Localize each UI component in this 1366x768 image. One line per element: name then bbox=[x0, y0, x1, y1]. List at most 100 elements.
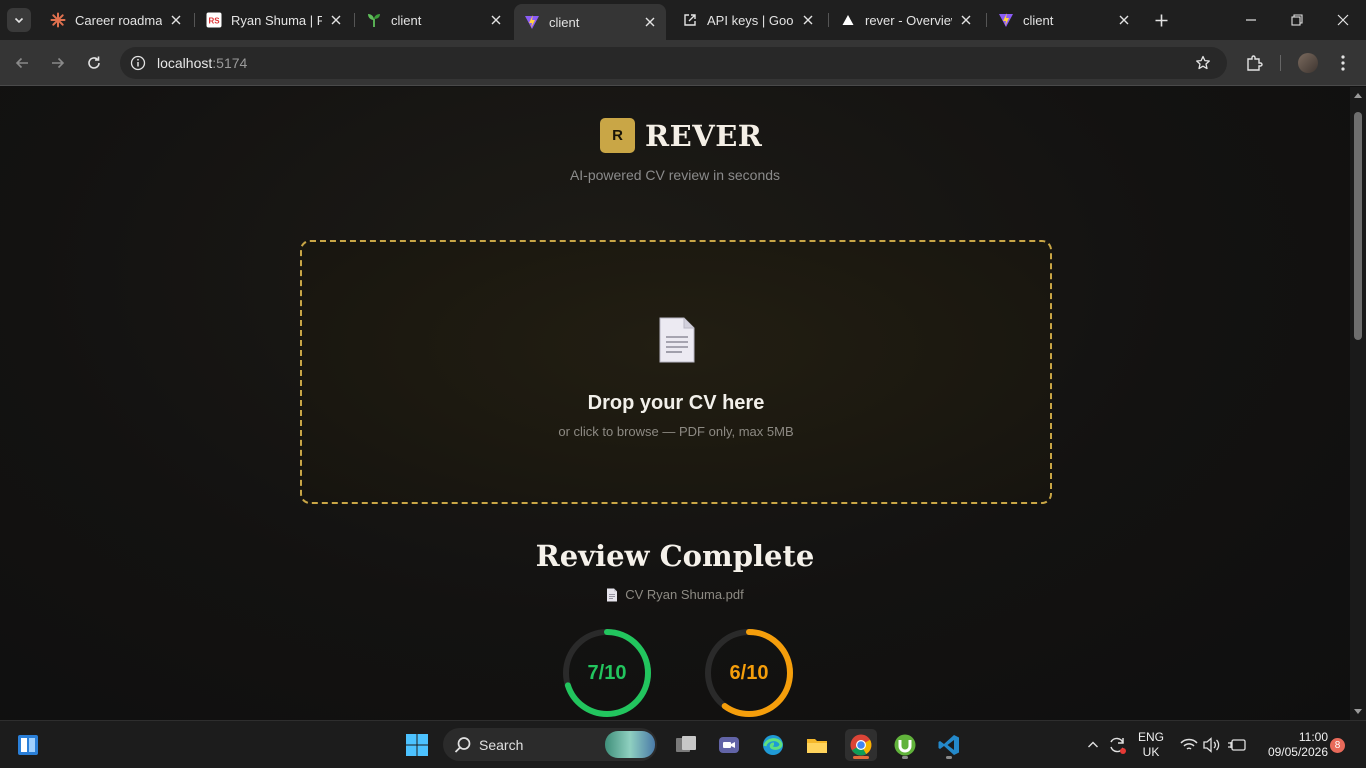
chrome-icon bbox=[850, 734, 872, 756]
video-call-icon bbox=[719, 737, 739, 753]
site-info-icon[interactable] bbox=[128, 53, 148, 73]
restore-button[interactable] bbox=[1285, 8, 1309, 32]
url-host: localhost bbox=[157, 55, 213, 71]
scroll-down-arrow-icon[interactable] bbox=[1353, 707, 1363, 717]
score-label: 6/10 bbox=[729, 661, 769, 684]
vite-bolt-icon bbox=[524, 14, 540, 30]
tab-search-button[interactable] bbox=[7, 8, 31, 32]
puzzle-icon bbox=[1247, 55, 1263, 71]
close-icon[interactable] bbox=[958, 12, 974, 28]
task-view-button[interactable] bbox=[670, 729, 702, 761]
widgets-button[interactable] bbox=[12, 729, 44, 761]
arrow-left-icon bbox=[15, 57, 28, 69]
windows-logo-icon bbox=[406, 734, 428, 756]
vscode-button[interactable] bbox=[933, 729, 965, 761]
app-logo: R bbox=[600, 118, 635, 153]
forward-button[interactable] bbox=[46, 51, 70, 75]
profile-avatar[interactable] bbox=[1298, 53, 1318, 73]
cv-dropzone[interactable]: Drop your CV here or click to browse — P… bbox=[300, 240, 1052, 504]
browser-menu-button[interactable] bbox=[1331, 51, 1355, 75]
bookmark-star-icon[interactable] bbox=[1193, 53, 1213, 73]
url-port: :5174 bbox=[212, 55, 248, 71]
scroll-up-arrow-icon[interactable] bbox=[1353, 90, 1363, 100]
file-explorer-button[interactable] bbox=[801, 729, 833, 761]
clock-date: 09/05/2026 bbox=[1267, 745, 1328, 759]
tab-separator bbox=[354, 13, 355, 27]
close-icon bbox=[1337, 14, 1349, 26]
external-link-icon bbox=[682, 12, 698, 28]
close-icon[interactable] bbox=[1116, 12, 1132, 28]
app-brand: R REVER bbox=[600, 118, 762, 153]
toolbar-divider bbox=[1280, 55, 1281, 71]
tray-overflow-button[interactable] bbox=[1083, 729, 1103, 761]
volume-button[interactable] bbox=[1201, 729, 1223, 761]
reload-button[interactable] bbox=[82, 51, 106, 75]
tab-title: Ryan Shuma | Fu bbox=[231, 12, 322, 28]
edge-button[interactable] bbox=[757, 729, 789, 761]
tab-career-roadmap[interactable]: Career roadmap bbox=[40, 4, 192, 36]
new-tab-button[interactable] bbox=[1150, 9, 1172, 31]
close-icon[interactable] bbox=[642, 14, 658, 30]
vercel-triangle-icon bbox=[840, 12, 856, 28]
tab-rever-overview[interactable]: rever - Overview bbox=[830, 4, 982, 36]
tab-separator bbox=[194, 13, 195, 27]
tab-client-active[interactable]: client bbox=[514, 4, 666, 40]
tab-title: client bbox=[1023, 12, 1054, 28]
teams-meet-button[interactable] bbox=[713, 729, 745, 761]
browser-toolbar: localhost:5174 bbox=[0, 40, 1366, 86]
minimize-icon bbox=[1246, 19, 1256, 21]
extensions-button[interactable] bbox=[1242, 51, 1266, 75]
tab-ryan-shuma[interactable]: RS Ryan Shuma | Fu bbox=[196, 4, 352, 36]
document-icon bbox=[659, 317, 695, 363]
rs-logo-icon: RS bbox=[206, 12, 222, 28]
close-icon[interactable] bbox=[800, 12, 816, 28]
chrome-button[interactable] bbox=[845, 729, 877, 761]
close-icon[interactable] bbox=[328, 12, 344, 28]
review-title: Review Complete bbox=[535, 539, 815, 573]
running-indicator bbox=[946, 756, 952, 759]
tab-separator bbox=[986, 13, 987, 27]
wifi-icon bbox=[1180, 738, 1198, 750]
tab-client-3[interactable]: client bbox=[988, 4, 1140, 36]
running-indicator bbox=[902, 756, 908, 759]
search-label: Search bbox=[479, 737, 524, 753]
edge-browser-icon bbox=[763, 735, 783, 755]
close-window-button[interactable] bbox=[1331, 8, 1355, 32]
tab-title: client bbox=[549, 14, 580, 30]
scrollbar-thumb[interactable] bbox=[1354, 112, 1362, 340]
close-icon[interactable] bbox=[168, 12, 184, 28]
taskbar-search[interactable]: Search bbox=[443, 728, 657, 761]
notification-badge[interactable]: 8 bbox=[1330, 738, 1345, 753]
tab-title: rever - Overview bbox=[865, 12, 952, 28]
address-bar[interactable]: localhost:5174 bbox=[120, 47, 1227, 79]
kebab-menu-icon bbox=[1341, 55, 1345, 71]
page-viewport: R REVER AI-powered CV review in seconds … bbox=[0, 87, 1350, 720]
clock[interactable]: 11:00 09/05/2026 bbox=[1254, 730, 1328, 760]
wifi-button[interactable] bbox=[1178, 729, 1200, 761]
back-button[interactable] bbox=[10, 51, 34, 75]
score-gauge-1: 7/10 bbox=[562, 628, 652, 718]
page-scrollbar[interactable] bbox=[1350, 87, 1366, 720]
app-name: REVER bbox=[645, 118, 763, 153]
utorrent-icon bbox=[894, 734, 916, 756]
close-icon[interactable] bbox=[488, 12, 504, 28]
start-button[interactable] bbox=[401, 729, 433, 761]
url-text[interactable]: localhost:5174 bbox=[157, 55, 247, 71]
language-indicator[interactable]: ENG UK bbox=[1135, 730, 1167, 760]
reviewed-file: CV Ryan Shuma.pdf bbox=[0, 587, 1350, 602]
chevron-up-icon bbox=[1088, 741, 1098, 748]
restore-icon bbox=[1291, 14, 1303, 26]
widgets-icon bbox=[18, 735, 38, 755]
tab-api-keys[interactable]: API keys | Googl bbox=[672, 4, 824, 36]
search-icon bbox=[454, 737, 471, 753]
tab-strip: Career roadmap RS Ryan Shuma | Fu client… bbox=[0, 0, 1366, 40]
minimize-button[interactable] bbox=[1239, 8, 1263, 32]
search-highlight-image bbox=[605, 731, 655, 758]
tab-client-1[interactable]: client bbox=[356, 4, 512, 36]
utorrent-button[interactable] bbox=[889, 729, 921, 761]
windows-taskbar: Search ENG UK 11:00 09/05/2026 8 bbox=[0, 720, 1366, 768]
sync-status-button[interactable] bbox=[1105, 729, 1129, 761]
speaker-icon bbox=[1203, 737, 1220, 753]
battery-button[interactable] bbox=[1225, 729, 1249, 761]
arrow-right-icon bbox=[52, 57, 65, 69]
